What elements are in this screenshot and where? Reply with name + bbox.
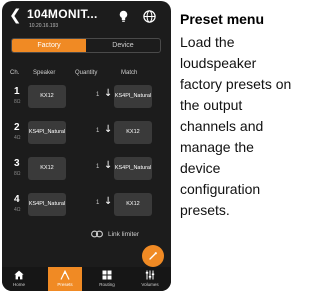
nav-routing[interactable]: Routing	[90, 267, 124, 291]
app-screen: ❮ 104MONIT... 10.20.16.193 Factory Devic…	[2, 1, 171, 291]
column-header-quantity: Quantity	[75, 70, 98, 76]
preset-source-tabs: Factory Device	[11, 38, 161, 53]
bottom-nav: Home Presets Routing Volumes	[2, 267, 171, 291]
preset-action-button[interactable]	[142, 245, 164, 267]
arrow-down-icon: ↓	[104, 160, 113, 171]
sliders-icon	[145, 270, 155, 280]
link-icon[interactable]	[91, 230, 103, 238]
nav-label: Volumes	[141, 282, 159, 287]
quantity-value[interactable]: 1	[96, 92, 99, 98]
speaker-select[interactable]: KX12	[28, 85, 66, 108]
nav-label: Home	[12, 282, 25, 287]
chevron-left-icon[interactable]: ❮	[9, 8, 22, 23]
quantity-value[interactable]: 1	[96, 164, 99, 170]
device-ip: 10.20.16.193	[29, 23, 59, 29]
nav-label: Routing	[99, 282, 115, 287]
nav-presets[interactable]: Presets	[48, 267, 82, 291]
match-select[interactable]: KX12	[114, 121, 152, 144]
channel-impedance: 4Ω	[14, 207, 21, 213]
tab-device[interactable]: Device	[86, 39, 160, 52]
info-body: Load the loudspeaker factory presets on …	[180, 34, 292, 218]
quantity-value[interactable]: 1	[96, 200, 99, 206]
speaker-select[interactable]: KX12	[28, 157, 66, 180]
presets-icon	[60, 270, 70, 280]
channel-impedance: 8Ω	[14, 99, 21, 105]
speaker-select[interactable]: KS4PI_Natural	[28, 121, 66, 144]
wand-icon	[149, 252, 157, 260]
arrow-down-icon: ↓	[104, 88, 113, 99]
tab-factory[interactable]: Factory	[12, 39, 86, 52]
globe-icon[interactable]	[143, 10, 156, 23]
nav-home[interactable]: Home	[2, 267, 36, 291]
channel-number: 3	[14, 158, 20, 169]
channel-number: 1	[14, 86, 20, 97]
arrow-down-icon: ↓	[104, 124, 113, 135]
header: ❮ 104MONIT... 10.20.16.193	[2, 1, 171, 41]
channel-row: 1 8Ω KX12 1 ↓ KS4PI_Natural	[2, 83, 171, 113]
channel-row: 2 4Ω KS4PI_Natural 1 ↓ KX12	[2, 119, 171, 149]
home-icon	[14, 270, 24, 280]
link-limiter-label[interactable]: Link limiter	[108, 231, 139, 238]
column-header-match: Match	[121, 70, 138, 76]
speaker-select[interactable]: KS4PI_Natural	[28, 193, 66, 216]
channel-row: 3 8Ω KX12 1 ↓ KS4PI_Natural	[2, 155, 171, 185]
channel-row: 4 4Ω KS4PI_Natural 1 ↓ KX12	[2, 191, 171, 221]
match-select[interactable]: KX12	[114, 193, 152, 216]
quantity-value[interactable]: 1	[96, 128, 99, 134]
nav-volumes[interactable]: Volumes	[133, 267, 167, 291]
arrow-down-icon: ↓	[104, 196, 113, 207]
match-select[interactable]: KS4PI_Natural	[114, 85, 152, 108]
lightbulb-icon[interactable]	[119, 10, 128, 23]
column-header-speaker: Speaker	[33, 70, 56, 76]
info-title: Preset menu	[180, 11, 265, 27]
channel-number: 2	[14, 122, 20, 133]
device-title: 104MONIT...	[27, 7, 98, 21]
match-select[interactable]: KS4PI_Natural	[114, 157, 152, 180]
channel-impedance: 4Ω	[14, 135, 21, 141]
nav-label: Presets	[57, 282, 73, 287]
channel-number: 4	[14, 194, 20, 205]
grid-icon	[102, 270, 112, 280]
channel-impedance: 8Ω	[14, 171, 21, 177]
column-header-ch: Ch.	[10, 70, 20, 76]
